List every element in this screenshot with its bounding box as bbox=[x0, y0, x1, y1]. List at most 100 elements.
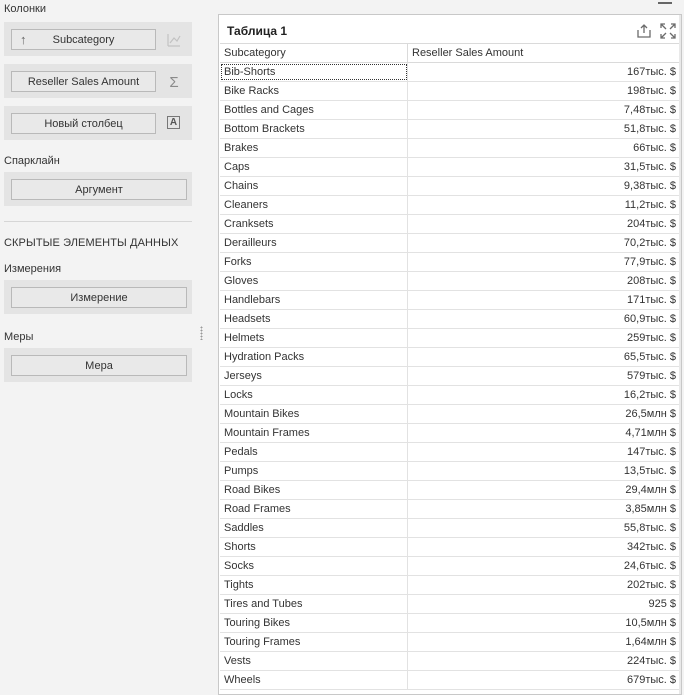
maximize-icon[interactable] bbox=[659, 22, 677, 40]
argument-placeholder-button[interactable]: Аргумент bbox=[11, 179, 187, 200]
cell-sales-amount[interactable]: 77,9тыс. $ bbox=[408, 253, 680, 271]
cell-sales-amount[interactable]: 29,4млн $ bbox=[408, 481, 680, 499]
cell-sales-amount[interactable]: 679тыс. $ bbox=[408, 671, 680, 689]
subcategory-column-button[interactable]: ↑ Subcategory bbox=[11, 29, 156, 50]
header-sales-amount[interactable]: Reseller Sales Amount bbox=[408, 44, 680, 62]
table-row[interactable]: Bottles and Cages 7,48тыс. $ bbox=[220, 101, 680, 120]
cell-subcategory[interactable]: Caps bbox=[220, 158, 408, 176]
cell-subcategory[interactable]: Road Bikes bbox=[220, 481, 408, 499]
cell-sales-amount[interactable]: 579тыс. $ bbox=[408, 367, 680, 385]
sales-amount-column-button[interactable]: Reseller Sales Amount bbox=[11, 71, 156, 92]
cell-sales-amount[interactable]: 204тыс. $ bbox=[408, 215, 680, 233]
export-icon[interactable] bbox=[635, 22, 653, 40]
cell-sales-amount[interactable]: 208тыс. $ bbox=[408, 272, 680, 290]
cell-subcategory[interactable]: Jerseys bbox=[220, 367, 408, 385]
cell-subcategory[interactable]: Brakes bbox=[220, 139, 408, 157]
cell-sales-amount[interactable]: 342тыс. $ bbox=[408, 538, 680, 556]
cell-sales-amount[interactable]: 55,8тыс. $ bbox=[408, 519, 680, 537]
table-row[interactable]: Headsets 60,9тыс. $ bbox=[220, 310, 680, 329]
dimension-placeholder-button[interactable]: Измерение bbox=[11, 287, 187, 308]
table-row[interactable]: Pumps 13,5тыс. $ bbox=[220, 462, 680, 481]
cell-subcategory[interactable]: Handlebars bbox=[220, 291, 408, 309]
table-row[interactable]: Touring Bikes 10,5млн $ bbox=[220, 614, 680, 633]
sum-icon[interactable]: Σ bbox=[164, 72, 184, 92]
cell-subcategory[interactable]: Gloves bbox=[220, 272, 408, 290]
cell-sales-amount[interactable]: 925 $ bbox=[408, 595, 680, 613]
cell-sales-amount[interactable]: 3,85млн $ bbox=[408, 500, 680, 518]
cell-subcategory[interactable]: Bike Racks bbox=[220, 82, 408, 100]
cell-subcategory[interactable]: Derailleurs bbox=[220, 234, 408, 252]
table-row[interactable]: Bib-Shorts 167тыс. $ bbox=[220, 63, 680, 82]
cell-sales-amount[interactable]: 259тыс. $ bbox=[408, 329, 680, 347]
table-row[interactable]: Caps 31,5тыс. $ bbox=[220, 158, 680, 177]
cell-sales-amount[interactable]: 7,48тыс. $ bbox=[408, 101, 680, 119]
cell-subcategory[interactable]: Mountain Frames bbox=[220, 424, 408, 442]
table-row[interactable]: Road Frames 3,85млн $ bbox=[220, 500, 680, 519]
table-row[interactable]: Tights 202тыс. $ bbox=[220, 576, 680, 595]
cell-subcategory[interactable]: Forks bbox=[220, 253, 408, 271]
cell-subcategory[interactable]: Bottles and Cages bbox=[220, 101, 408, 119]
cell-sales-amount[interactable]: 70,2тыс. $ bbox=[408, 234, 680, 252]
cell-subcategory[interactable]: Hydration Packs bbox=[220, 348, 408, 366]
table-row[interactable]: Cleaners 11,2тыс. $ bbox=[220, 196, 680, 215]
cell-sales-amount[interactable]: 65,5тыс. $ bbox=[408, 348, 680, 366]
table-row[interactable]: Cranksets 204тыс. $ bbox=[220, 215, 680, 234]
table-row[interactable]: Chains 9,38тыс. $ bbox=[220, 177, 680, 196]
cell-sales-amount[interactable]: 147тыс. $ bbox=[408, 443, 680, 461]
cell-subcategory[interactable]: Helmets bbox=[220, 329, 408, 347]
table-row[interactable]: Mountain Frames 4,71млн $ bbox=[220, 424, 680, 443]
cell-subcategory[interactable]: Wheels bbox=[220, 671, 408, 689]
table-row[interactable]: Mountain Bikes 26,5млн $ bbox=[220, 405, 680, 424]
cell-subcategory[interactable]: Shorts bbox=[220, 538, 408, 556]
cell-sales-amount[interactable]: 224тыс. $ bbox=[408, 652, 680, 670]
cell-sales-amount[interactable]: 26,5млн $ bbox=[408, 405, 680, 423]
cell-sales-amount[interactable]: 66тыс. $ bbox=[408, 139, 680, 157]
cell-subcategory[interactable]: Pedals bbox=[220, 443, 408, 461]
cell-subcategory[interactable]: Tights bbox=[220, 576, 408, 594]
cell-subcategory[interactable]: Bottom Brackets bbox=[220, 120, 408, 138]
text-type-icon[interactable]: A bbox=[167, 116, 180, 129]
cell-subcategory[interactable]: Mountain Bikes bbox=[220, 405, 408, 423]
cell-subcategory[interactable]: Tires and Tubes bbox=[220, 595, 408, 613]
table-row[interactable]: Road Bikes 29,4млн $ bbox=[220, 481, 680, 500]
cell-subcategory[interactable]: Cranksets bbox=[220, 215, 408, 233]
new-column-button[interactable]: Новый столбец bbox=[11, 113, 156, 134]
cell-sales-amount[interactable]: 31,5тыс. $ bbox=[408, 158, 680, 176]
cell-subcategory[interactable]: Vests bbox=[220, 652, 408, 670]
header-subcategory[interactable]: Subcategory bbox=[220, 44, 408, 62]
table-row[interactable]: Saddles 55,8тыс. $ bbox=[220, 519, 680, 538]
cell-sales-amount[interactable]: 202тыс. $ bbox=[408, 576, 680, 594]
table-row[interactable]: Touring Frames 1,64млн $ bbox=[220, 633, 680, 652]
table-row[interactable]: Jerseys 579тыс. $ bbox=[220, 367, 680, 386]
cell-subcategory[interactable]: Road Frames bbox=[220, 500, 408, 518]
table-row[interactable]: Hydration Packs 65,5тыс. $ bbox=[220, 348, 680, 367]
table-row[interactable]: Brakes 66тыс. $ bbox=[220, 139, 680, 158]
cell-sales-amount[interactable]: 13,5тыс. $ bbox=[408, 462, 680, 480]
table-row[interactable]: Locks 16,2тыс. $ bbox=[220, 386, 680, 405]
cell-sales-amount[interactable]: 1,64млн $ bbox=[408, 633, 680, 651]
table-row[interactable]: Handlebars 171тыс. $ bbox=[220, 291, 680, 310]
cell-sales-amount[interactable]: 11,2тыс. $ bbox=[408, 196, 680, 214]
table-row[interactable]: Gloves 208тыс. $ bbox=[220, 272, 680, 291]
table-row[interactable]: Forks 77,9тыс. $ bbox=[220, 253, 680, 272]
cell-sales-amount[interactable]: 24,6тыс. $ bbox=[408, 557, 680, 575]
cell-subcategory[interactable]: Saddles bbox=[220, 519, 408, 537]
table-row[interactable]: Vests 224тыс. $ bbox=[220, 652, 680, 671]
table-row[interactable]: Helmets 259тыс. $ bbox=[220, 329, 680, 348]
cell-subcategory[interactable]: Pumps bbox=[220, 462, 408, 480]
cell-subcategory[interactable]: Bib-Shorts bbox=[220, 63, 408, 81]
table-row[interactable]: Shorts 342тыс. $ bbox=[220, 538, 680, 557]
cell-sales-amount[interactable]: 198тыс. $ bbox=[408, 82, 680, 100]
table-row[interactable]: Tires and Tubes 925 $ bbox=[220, 595, 680, 614]
table-row[interactable]: Bottom Brackets 51,8тыс. $ bbox=[220, 120, 680, 139]
cell-subcategory[interactable]: Cleaners bbox=[220, 196, 408, 214]
cell-sales-amount[interactable]: 167тыс. $ bbox=[408, 63, 680, 81]
cell-subcategory[interactable]: Touring Bikes bbox=[220, 614, 408, 632]
cell-subcategory[interactable]: Touring Frames bbox=[220, 633, 408, 651]
sparkline-options-icon[interactable] bbox=[164, 30, 184, 50]
cell-subcategory[interactable]: Locks bbox=[220, 386, 408, 404]
cell-sales-amount[interactable]: 10,5млн $ bbox=[408, 614, 680, 632]
cell-sales-amount[interactable]: 171тыс. $ bbox=[408, 291, 680, 309]
cell-sales-amount[interactable]: 60,9тыс. $ bbox=[408, 310, 680, 328]
table-row[interactable]: Pedals 147тыс. $ bbox=[220, 443, 680, 462]
